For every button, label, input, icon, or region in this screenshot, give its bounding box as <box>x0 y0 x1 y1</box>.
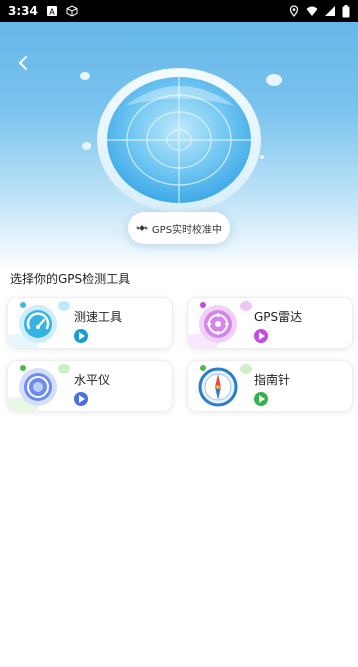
play-icon[interactable] <box>254 392 268 406</box>
hero-banner: GPS实时校准中 <box>0 22 358 272</box>
calibration-text: GPS实时校准中 <box>151 224 223 236</box>
satellite-icon <box>136 225 148 231</box>
svg-text:A: A <box>49 8 55 17</box>
notification-a-icon: A <box>46 6 57 17</box>
tool-card-speed[interactable]: 测速工具 <box>7 297 173 349</box>
play-icon[interactable] <box>254 329 268 343</box>
decor-dot <box>58 301 70 311</box>
tool-label: 水平仪 <box>74 373 111 387</box>
cube-icon <box>66 5 78 17</box>
back-arrow-icon[interactable] <box>12 52 34 74</box>
decor-dot <box>58 364 70 374</box>
tool-label: 测速工具 <box>74 310 123 324</box>
status-bar: 3:34 A <box>0 0 358 22</box>
radar-icon <box>199 305 237 343</box>
compass-icon <box>198 367 238 407</box>
play-icon[interactable] <box>74 392 88 406</box>
gps-calibration-pill[interactable]: GPS实时校准中 <box>128 212 230 244</box>
speedometer-icon <box>19 305 57 343</box>
wifi-icon <box>306 6 318 16</box>
radar-display <box>97 68 261 212</box>
tool-label: 指南针 <box>254 373 291 387</box>
tool-card-gps-radar[interactable]: GPS雷达 <box>187 297 353 349</box>
tool-label: GPS雷达 <box>254 310 303 324</box>
decor-dot <box>240 301 252 311</box>
play-icon[interactable] <box>74 329 88 343</box>
signal-icon <box>325 6 335 16</box>
decor-bubble <box>82 142 91 150</box>
decor-bubble <box>80 72 90 80</box>
status-time: 3:34 <box>8 4 38 18</box>
tool-card-level[interactable]: 水平仪 <box>7 360 173 412</box>
tool-card-compass[interactable]: 指南针 <box>187 360 353 412</box>
decor-bubble <box>266 74 282 86</box>
decor-dot <box>240 364 252 374</box>
section-title: 选择你的GPS检测工具 <box>10 272 131 286</box>
battery-icon <box>342 4 350 17</box>
level-icon <box>19 368 57 406</box>
location-icon <box>289 5 299 17</box>
